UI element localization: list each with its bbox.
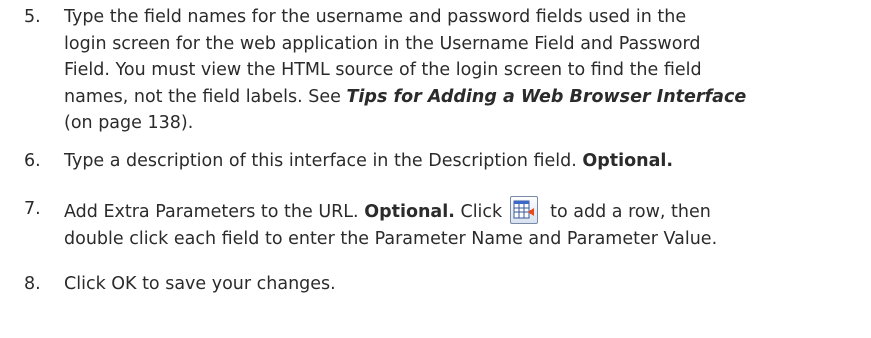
step-number: 6.: [24, 151, 41, 171]
step-line: Field. You must view the HTML source of …: [64, 60, 702, 80]
step-line-text: Type a description of this interface in …: [64, 151, 583, 171]
step-line: double click each field to enter the Par…: [64, 228, 718, 249]
step-line: (on page 138).: [64, 113, 194, 133]
step-number: 7.: [24, 199, 41, 219]
step-text: Add Extra Parameters to the URL. Optiona…: [64, 196, 864, 252]
step-line: Type the field names for the username an…: [64, 7, 687, 27]
cross-reference-link[interactable]: Tips for Adding a Web Browser Interface: [346, 87, 746, 107]
step-text: Type a description of this interface in …: [64, 148, 864, 175]
step-line-prefix: Add Extra Parameters to the URL.: [64, 202, 365, 222]
step-line-prefix: names, not the field labels. See: [64, 86, 347, 107]
step-number: 5.: [24, 7, 41, 27]
click-text: Click: [454, 202, 503, 222]
step-line: Type a description of this interface in …: [64, 148, 864, 175]
optional-label: Optional.: [364, 202, 455, 222]
step-line: Add Extra Parameters to the URL. Optiona…: [64, 196, 864, 226]
step-line: Click OK to save your changes.: [64, 274, 336, 294]
step-line: names, not the field labels. See Tips fo…: [64, 84, 864, 111]
add-row-icon: [510, 196, 539, 224]
after-icon-text: to add a row, then: [550, 202, 711, 222]
step-text: Type the field names for the username an…: [64, 4, 864, 137]
step-text: Click OK to save your changes.: [64, 271, 864, 298]
optional-label: Optional.: [582, 151, 674, 171]
step-number: 8.: [24, 274, 41, 294]
step-line: login screen for the web application in …: [64, 33, 701, 54]
